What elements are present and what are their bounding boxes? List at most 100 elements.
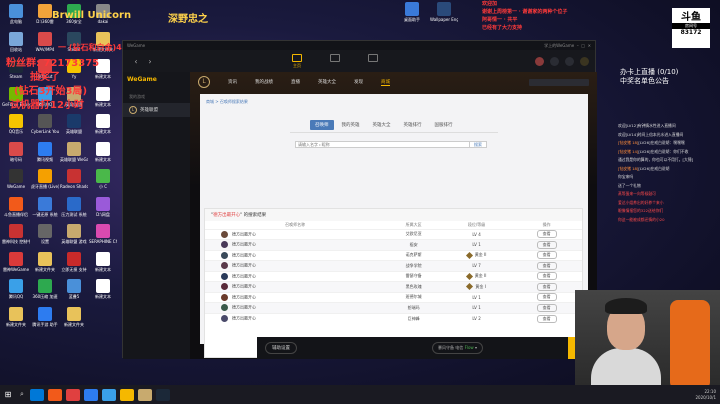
desktop-icon[interactable]: 英雄联盟 游戏 xyxy=(60,224,88,245)
desktop-icon[interactable]: 设置 xyxy=(31,224,59,245)
taskbar-app-icon[interactable] xyxy=(102,388,116,401)
desktop-icon[interactable]: 压力测试 系统 xyxy=(60,196,88,218)
view-button[interactable]: 查看 xyxy=(536,282,557,291)
subtab-hero-rank[interactable]: 英雄排行 xyxy=(399,120,427,130)
desktop-icon[interactable]: 雷神科技 控制中心 xyxy=(2,224,30,245)
view-button[interactable]: 查看 xyxy=(536,261,557,270)
desktop-icon[interactable]: 斗鱼直播伴侣 xyxy=(2,196,30,218)
desktop-icon[interactable]: CyberLink YouCam 7 xyxy=(31,114,59,134)
summoner-avatar xyxy=(221,241,228,249)
subtab-my-heroes[interactable]: 我的英雄 xyxy=(337,120,365,130)
desktop-icon[interactable]: 英雄联盟 WeGame版 xyxy=(60,141,88,163)
desktop-icon[interactable]: 立即无损 支持 xyxy=(60,251,88,273)
desktop-icon-wallpaper[interactable]: Wallpaper Engine xyxy=(430,2,458,22)
close-icon[interactable]: ✕ xyxy=(588,43,591,48)
search-icon[interactable]: ⌕ xyxy=(16,390,28,399)
taskbar-app-icon[interactable] xyxy=(48,388,62,401)
lol-menu-heroes[interactable]: 英雄大全 xyxy=(318,79,336,85)
desktop-icon[interactable]: 腾讯QQ xyxy=(2,279,30,300)
taskbar-app-icon[interactable] xyxy=(66,388,80,401)
view-button[interactable]: 查看 xyxy=(536,303,557,312)
desktop-icon[interactable]: 新建文本 xyxy=(89,86,117,108)
lol-menu-record[interactable]: 我的战绩 xyxy=(255,79,273,85)
desktop-icon[interactable]: 新建文本 xyxy=(89,114,117,135)
desktop-icon[interactable]: WeGame xyxy=(2,169,30,189)
lol-menu-mall[interactable]: 商城 xyxy=(381,79,390,86)
desktop-icon-label: 一键还原 系统 xyxy=(32,211,58,217)
taskbar-app-icon[interactable] xyxy=(30,388,44,401)
desktop-icon[interactable]: QQ音乐 xyxy=(2,114,30,135)
desktop-icon[interactable]: 新建文本 xyxy=(89,251,117,273)
action-cell: 查看 xyxy=(511,281,582,292)
region-select[interactable]: 暴风守备 电信 Flow ▾ xyxy=(432,342,483,354)
desktop-icon[interactable]: 360压缩 加速 xyxy=(31,279,59,300)
desktop-icon[interactable]: 小 C xyxy=(89,169,117,190)
message-icon[interactable] xyxy=(550,56,559,66)
system-clock[interactable]: 22:10 2020/10/1 xyxy=(695,389,720,401)
view-button[interactable]: 查看 xyxy=(536,314,557,323)
table-row: 德方出最开心 恕瑞玛 LV 1 查看 xyxy=(205,302,582,313)
forward-button[interactable]: › xyxy=(143,54,157,68)
desktop-icon[interactable]: SERAPHINE Choiha xyxy=(89,224,117,244)
desktop-icon[interactable]: 暗号码 xyxy=(2,141,30,163)
desktop-icon[interactable]: 新建文件夹 xyxy=(60,306,88,328)
minimize-icon[interactable]: – xyxy=(575,43,580,48)
back-button[interactable]: ‹ xyxy=(129,54,143,68)
view-button[interactable]: 查看 xyxy=(536,251,557,260)
desktop-icon[interactable]: WAV/MP4 xyxy=(31,31,59,52)
lol-menu-discover[interactable]: 发现 xyxy=(354,79,363,85)
desktop-icon[interactable]: 雷神WeGame xyxy=(2,251,30,273)
breadcrumb[interactable]: 商城 > 召唤师搜索结果 xyxy=(200,94,588,110)
avatar[interactable] xyxy=(535,56,544,66)
app-icon xyxy=(67,224,81,238)
region-cell: 恕瑞玛 xyxy=(385,302,442,313)
view-button[interactable]: 查看 xyxy=(536,293,557,302)
desktop-icon[interactable]: 虎牙直播 (Live) xyxy=(31,169,59,190)
app-icon xyxy=(38,196,52,211)
subtab-summoner[interactable]: 召唤师 xyxy=(310,120,334,130)
lol-search-input[interactable] xyxy=(529,78,589,86)
desktop-icon[interactable]: D:\网盘 xyxy=(89,196,117,218)
view-button[interactable]: 查看 xyxy=(536,230,557,239)
maximize-icon[interactable]: □ xyxy=(581,43,586,48)
desktop-icon[interactable]: 新建文本 xyxy=(89,141,117,163)
view-button[interactable]: 查看 xyxy=(536,240,557,249)
desktop-icon[interactable]: Radeon Shadow xyxy=(60,169,88,189)
summoner-search-panel: 商城 > 召唤师搜索结果 召唤师 我的英雄 英雄大全 英雄排行 国服排行 搜索 … xyxy=(200,94,588,358)
desktop-icon[interactable]: 新建文件夹 xyxy=(31,251,59,273)
desktop-icon[interactable]: 新建文件夹 xyxy=(2,306,30,328)
taskbar-app-icon[interactable] xyxy=(138,388,152,401)
subtab-hero-list[interactable]: 英雄大全 xyxy=(368,120,396,130)
tab-library[interactable] xyxy=(363,53,383,69)
subtab-server-rank[interactable]: 国服排行 xyxy=(430,120,458,130)
desktop-icon[interactable]: 新建文本 xyxy=(89,279,117,300)
desktop-icon[interactable]: 回收站 xyxy=(2,31,30,53)
tab-store[interactable] xyxy=(325,53,345,69)
desktop-icon-assistant[interactable]: 桌面助手 xyxy=(398,2,426,23)
desktop-icon[interactable]: 一键还原 系统 xyxy=(31,196,59,218)
view-button[interactable]: 查看 xyxy=(536,272,557,281)
summoner-search-input[interactable] xyxy=(295,141,470,148)
download-icon[interactable] xyxy=(580,56,589,66)
desktop-icon[interactable]: 腾讯视频 xyxy=(31,141,59,163)
chat-message: 蒸等蛋来一向等候鼓可 xyxy=(618,191,656,196)
taskbar-app-icon[interactable] xyxy=(120,388,134,401)
desktop-icon[interactable]: 蓝叠5 xyxy=(60,279,88,300)
desktop-icon[interactable]: 腾讯手游 助手 xyxy=(31,306,59,328)
tab-home[interactable]: 主页 xyxy=(287,53,307,69)
douyu-logo: 斗鱼 房间号 83172 xyxy=(672,8,710,48)
desktop-icon[interactable]: 英雄联盟 xyxy=(60,114,88,135)
taskbar-app-icon[interactable] xyxy=(156,388,170,401)
lol-menu-live[interactable]: 直播 xyxy=(291,79,300,85)
search-button[interactable]: 搜索 xyxy=(470,141,487,148)
settings-icon[interactable] xyxy=(565,56,574,66)
windows-start-icon[interactable]: ⊞ xyxy=(0,385,16,404)
lol-logo-icon[interactable]: L xyxy=(198,76,210,88)
assist-settings-button[interactable]: 辅助设置 xyxy=(265,342,297,354)
sidebar-item-lol[interactable]: L 英雄联盟 xyxy=(123,103,190,117)
taskbar-app-icon[interactable] xyxy=(84,388,98,401)
lol-menu-news[interactable]: 资讯 xyxy=(228,79,237,85)
summoner-name-cell: 德方出最开心 xyxy=(205,270,386,282)
wegame-titlebar[interactable]: WeGame 学上的WeGame – □ ✕ xyxy=(123,41,595,50)
desktop-icon[interactable]: 此电脑 xyxy=(2,4,30,25)
